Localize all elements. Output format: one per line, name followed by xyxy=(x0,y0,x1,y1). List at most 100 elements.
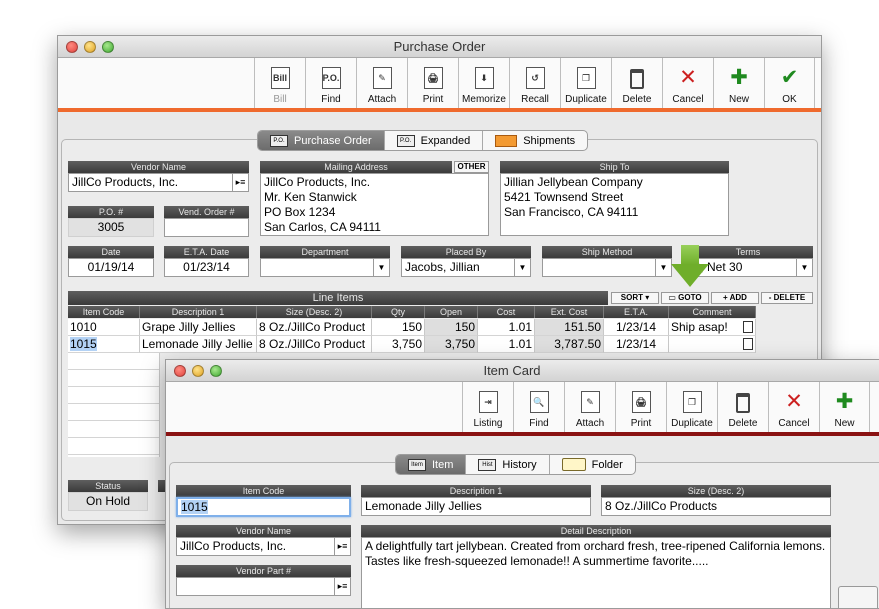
po-find-button[interactable]: P.O. Find xyxy=(305,58,356,108)
date-field[interactable]: 01/19/14 xyxy=(68,258,154,277)
comment-note-icon[interactable] xyxy=(743,321,753,333)
new-icon: ✚ xyxy=(835,389,854,413)
cell-desc[interactable]: Grape Jilly Jellies xyxy=(140,319,257,336)
item-duplicate-button[interactable]: ❐ Duplicate xyxy=(666,382,717,432)
size-input[interactable]: 8 Oz./JillCo Products xyxy=(601,497,831,516)
sort-button[interactable]: SORT ▾ xyxy=(611,292,659,304)
po-number-header: P.O. # xyxy=(68,206,154,218)
item-delete-button[interactable]: Delete xyxy=(717,382,768,432)
tab-expanded[interactable]: P.O. Expanded xyxy=(385,131,484,150)
add-line-button[interactable]: + ADD xyxy=(711,292,759,304)
tab-item[interactable]: Item Item xyxy=(396,455,467,474)
vendor-part-field[interactable]: ▸≡ xyxy=(176,577,351,596)
detail-description-field[interactable]: A delightfully tart jellybean. Created f… xyxy=(361,537,831,608)
po-delete-button[interactable]: Delete xyxy=(611,58,662,108)
column-header[interactable]: Qty xyxy=(372,306,425,318)
ship-to-field[interactable]: Jillian Jellybean Company 5421 Townsend … xyxy=(500,173,729,236)
bill-icon: Bill xyxy=(270,67,290,89)
cell-comment[interactable] xyxy=(669,336,756,353)
cancel-icon: ✕ xyxy=(679,65,697,89)
mailing-address-field[interactable]: JillCo Products, Inc. Mr. Ken Stanwick P… xyxy=(260,173,489,236)
vendor-lookup-icon[interactable]: ▸≡ xyxy=(232,174,248,191)
cell-ext[interactable]: 3,787.50 xyxy=(535,336,604,353)
item-new-button[interactable]: ✚ New xyxy=(819,382,870,432)
column-header[interactable]: Cost xyxy=(478,306,535,318)
tab-shipments[interactable]: Shipments xyxy=(483,131,587,150)
cell-open[interactable]: 3,750 xyxy=(425,336,478,353)
cell-size[interactable]: 8 Oz./JillCo Product xyxy=(257,336,372,353)
column-header[interactable]: Item Code xyxy=(68,306,140,318)
description1-input[interactable]: Lemonade Jilly Jellies xyxy=(361,497,591,516)
column-header[interactable]: Comment xyxy=(669,306,756,318)
item-vendor-name-field[interactable]: JillCo Products, Inc. ▸≡ xyxy=(176,537,351,556)
po-titlebar[interactable]: Purchase Order xyxy=(58,36,821,58)
description1-header: Description 1 xyxy=(361,485,591,497)
table-row[interactable]: 1010 Grape Jilly Jellies 8 Oz./JillCo Prod… xyxy=(68,319,756,336)
delete-line-button[interactable]: - DELETE xyxy=(761,292,813,304)
cell-open[interactable]: 150 xyxy=(425,319,478,336)
ship-method-select[interactable]: ▼ xyxy=(542,258,672,277)
cell-eta[interactable]: 1/23/14 xyxy=(604,336,669,353)
cell-eta[interactable]: 1/23/14 xyxy=(604,319,669,336)
minimize-window-button[interactable] xyxy=(192,365,204,377)
po-memorize-button[interactable]: ⬇ Memorize xyxy=(458,58,509,108)
cell-cost[interactable]: 1.01 xyxy=(478,336,535,353)
minimize-window-button[interactable] xyxy=(84,41,96,53)
vendor-name-field[interactable]: JillCo Products, Inc. ▸≡ xyxy=(68,173,249,192)
status-field: On Hold xyxy=(68,492,148,511)
other-address-button[interactable]: OTHER xyxy=(454,161,489,173)
tab-folder[interactable]: Folder xyxy=(550,455,635,474)
cell-item-code[interactable]: 1015 xyxy=(68,336,140,353)
toolbar-label: Bill xyxy=(273,94,287,105)
po-duplicate-button[interactable]: ❐ Duplicate xyxy=(560,58,611,108)
column-header[interactable]: Open xyxy=(425,306,478,318)
vendor-part-lookup-icon[interactable]: ▸≡ xyxy=(334,578,350,595)
po-attach-button[interactable]: ✎ Attach xyxy=(356,58,407,108)
find-icon: 🔍 xyxy=(529,391,549,413)
vendor-lookup-icon[interactable]: ▸≡ xyxy=(334,538,350,555)
tab-history[interactable]: Hist History xyxy=(466,455,550,474)
department-select[interactable]: ▼ xyxy=(260,258,390,277)
cell-item-code[interactable]: 1010 xyxy=(68,319,140,336)
po-new-button[interactable]: ✚ New xyxy=(713,58,764,108)
comment-note-icon[interactable] xyxy=(743,338,753,350)
item-attach-button[interactable]: ✎ Attach xyxy=(564,382,615,432)
po-recall-button[interactable]: ↺ Recall xyxy=(509,58,560,108)
cell-ext[interactable]: 151.50 xyxy=(535,319,604,336)
eta-date-field[interactable]: 01/23/14 xyxy=(164,258,249,277)
column-header[interactable]: Description 1 xyxy=(140,306,257,318)
cell-size[interactable]: 8 Oz./JillCo Product xyxy=(257,319,372,336)
column-header[interactable]: E.T.A. xyxy=(604,306,669,318)
po-tabs: P.O. Purchase Order P.O. Expanded Shipme… xyxy=(257,130,589,151)
zoom-window-button[interactable] xyxy=(210,365,222,377)
toolbar-label: Find xyxy=(529,418,549,429)
item-listing-button[interactable]: ⇥ Listing xyxy=(462,382,513,432)
item-code-input[interactable]: 1015 xyxy=(176,497,351,517)
attach-icon: ✎ xyxy=(372,67,392,89)
column-header[interactable]: Size (Desc. 2) xyxy=(257,306,372,318)
placed-by-select[interactable]: Jacobs, Jillian ▼ xyxy=(401,258,531,277)
side-panel-icon[interactable] xyxy=(838,586,878,608)
po-ok-button[interactable]: ✔ OK xyxy=(764,58,815,108)
cell-comment[interactable]: Ship asap! xyxy=(669,319,756,336)
item-print-button[interactable]: 🖨 Print xyxy=(615,382,666,432)
po-bill-button[interactable]: Bill Bill xyxy=(254,58,305,108)
item-find-button[interactable]: 🔍 Find xyxy=(513,382,564,432)
cell-qty[interactable]: 3,750 xyxy=(372,336,425,353)
toolbar-label: Memorize xyxy=(462,94,506,105)
table-row[interactable]: 1015 Lemonade Jilly Jellie 8 Oz./JillCo Pr… xyxy=(68,336,756,353)
tab-purchase-order[interactable]: P.O. Purchase Order xyxy=(258,131,385,150)
item-cancel-button[interactable]: ✕ Cancel xyxy=(768,382,819,432)
close-window-button[interactable] xyxy=(66,41,78,53)
po-print-button[interactable]: 🖨 Print xyxy=(407,58,458,108)
item-titlebar[interactable]: Item Card xyxy=(166,360,879,382)
close-window-button[interactable] xyxy=(174,365,186,377)
cell-cost[interactable]: 1.01 xyxy=(478,319,535,336)
zoom-window-button[interactable] xyxy=(102,41,114,53)
cell-qty[interactable]: 150 xyxy=(372,319,425,336)
cell-desc[interactable]: Lemonade Jilly Jellie xyxy=(140,336,257,353)
vend-order-field[interactable] xyxy=(164,218,249,237)
po-cancel-button[interactable]: ✕ Cancel xyxy=(662,58,713,108)
goto-button[interactable]: ▭ GOTO xyxy=(661,292,709,304)
column-header[interactable]: Ext. Cost xyxy=(535,306,604,318)
